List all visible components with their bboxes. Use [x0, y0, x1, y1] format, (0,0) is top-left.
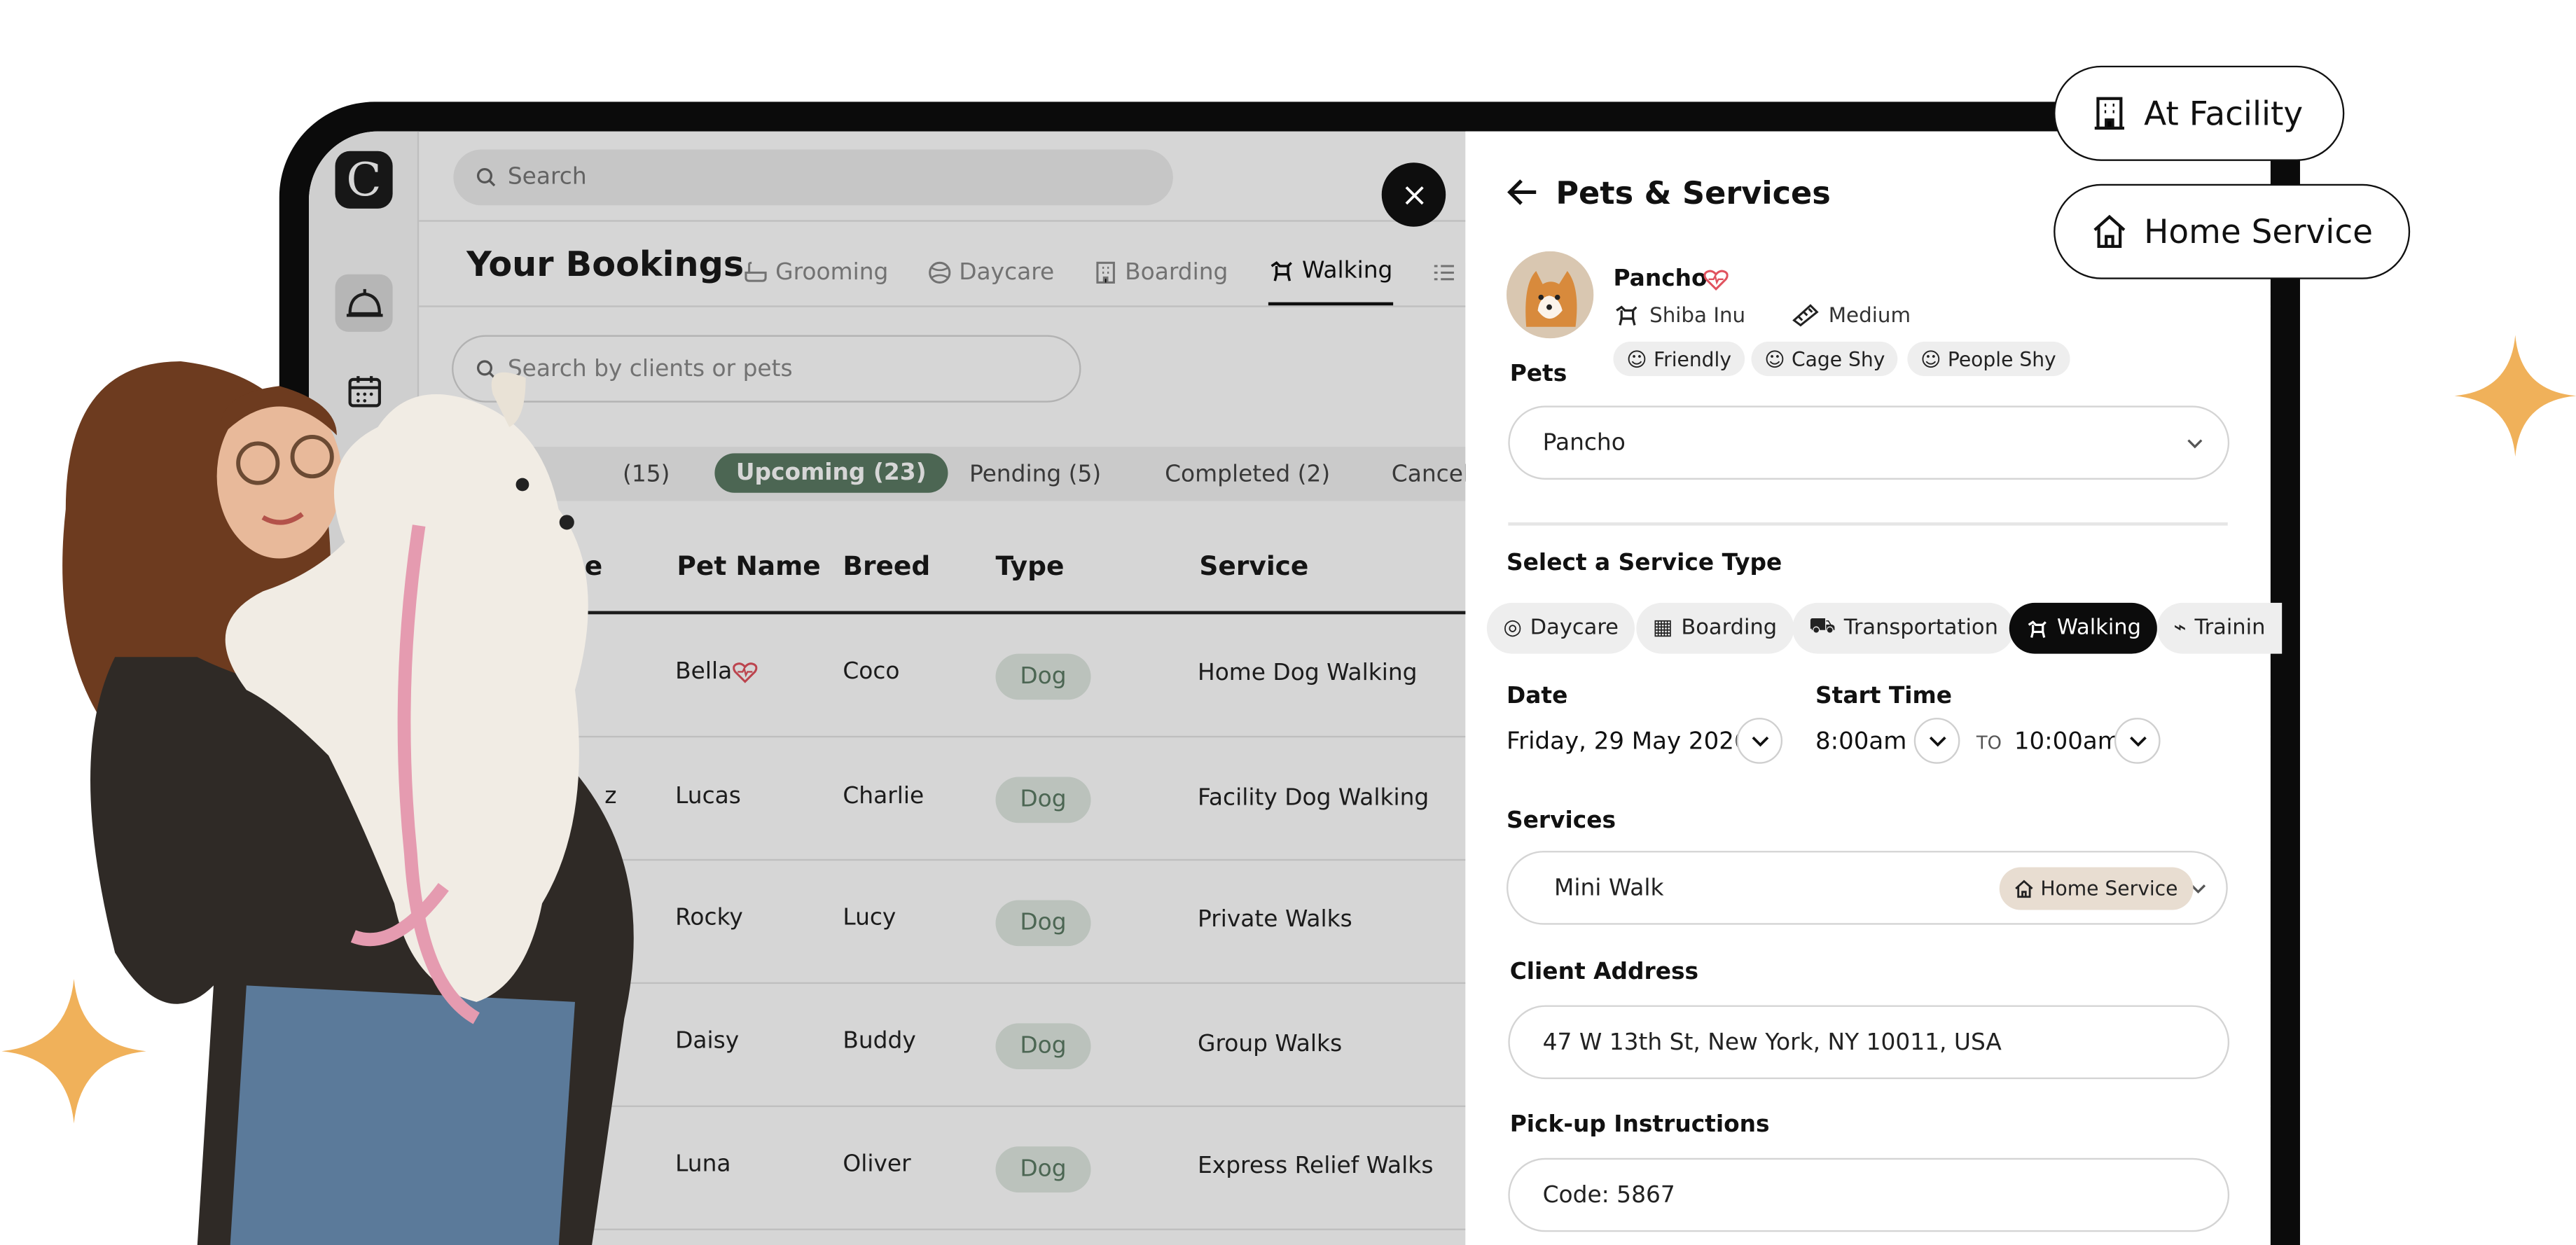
dog-icon [2028, 620, 2047, 637]
trait-chip: ☺ Friendly [1613, 341, 1745, 377]
address-input[interactable]: 47 W 13th St, New York, NY 10011, USA [1508, 1005, 2230, 1080]
ball-icon: ◎ [1503, 615, 1522, 641]
pickup-label: Pick-up Instructions [1509, 1112, 1770, 1139]
date-value: Friday, 29 May 2026 [1507, 729, 1750, 756]
smile-icon: ☺ [1920, 347, 1941, 370]
whistle-icon: ⌁ [2173, 615, 2187, 641]
chevron-down-icon [2128, 735, 2146, 746]
close-button[interactable] [1381, 162, 1446, 227]
sparkle-icon [2454, 335, 2576, 457]
ruler-icon [1792, 303, 1819, 326]
building-icon: ▦ [1652, 615, 1673, 641]
start-time-label: Start Time [1815, 683, 1952, 710]
trait-chip: ☺ Cage Shy [1751, 341, 1899, 377]
pets-label: Pets [1509, 361, 1567, 388]
date-label: Date [1507, 683, 1568, 710]
chevron-down-icon [1751, 735, 1768, 746]
chevron-down-icon [1928, 735, 1946, 746]
chevron-down-icon [2187, 439, 2203, 449]
pickup-input[interactable]: Code: 5867 [1508, 1157, 2230, 1232]
close-icon [1404, 185, 1423, 204]
heart-icon [1703, 270, 1729, 291]
pets-select[interactable]: Pancho [1508, 405, 2230, 480]
van-icon: ⛟ [1808, 614, 1836, 639]
start-time-value: 8:00am [1815, 729, 1907, 756]
back-arrow-icon[interactable] [1507, 176, 1539, 209]
start-time-dropdown[interactable] [1913, 718, 1960, 764]
end-time-value: 10:00am [2014, 729, 2121, 756]
pet-avatar[interactable] [1507, 251, 1594, 339]
end-time-dropdown[interactable] [2114, 718, 2161, 764]
service-type-label: Select a Service Type [1507, 550, 1782, 577]
trait-chip: ☺ People Shy [1907, 341, 2070, 377]
pet-breed: Shiba Inu [1613, 302, 1745, 327]
services-label: Services [1507, 808, 1616, 835]
sparkle-icon [1, 979, 146, 1124]
service-type-training[interactable]: ⌁ Trainin [2156, 602, 2282, 654]
panel-title: Pets & Services [1556, 175, 1831, 212]
service-type-daycare[interactable]: ◎ Daycare [1486, 602, 1635, 654]
date-dropdown[interactable] [1736, 718, 1783, 764]
smile-icon: ☺ [1764, 347, 1785, 370]
home-icon [2015, 879, 2033, 898]
to-label: TO [1976, 732, 2002, 754]
address-label: Client Address [1509, 959, 1699, 986]
pets-services-panel: Pets & Services Pancho Shiba Inu Medium … [1465, 131, 2282, 1245]
at-facility-pill[interactable]: At Facility [2054, 65, 2345, 161]
home-icon [2093, 214, 2126, 248]
home-service-pill[interactable]: Home Service [2054, 183, 2411, 279]
pet-size: Medium [1792, 302, 1911, 327]
building-icon [2094, 97, 2124, 130]
service-type-walking[interactable]: Walking [2009, 602, 2158, 654]
home-service-badge: Home Service [1999, 867, 2193, 910]
service-type-transportation[interactable]: ⛟ Transportation [1792, 602, 2015, 654]
smile-icon: ☺ [1626, 347, 1647, 370]
dog-icon [1616, 305, 1637, 325]
pet-name: Pancho [1613, 266, 1708, 293]
service-type-boarding[interactable]: ▦ Boarding [1636, 602, 1794, 654]
section-divider [1508, 522, 2228, 526]
